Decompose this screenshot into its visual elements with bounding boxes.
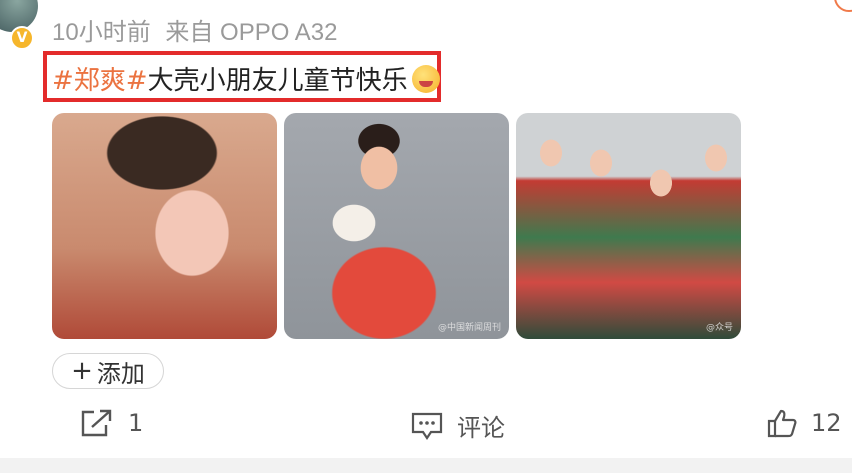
post-photo-2[interactable]: @中国新闻周刊 [284, 113, 509, 339]
share-button[interactable]: 1 [80, 408, 143, 438]
comment-label: 评论 [457, 414, 505, 442]
comment-button[interactable]: 评论 [411, 408, 505, 443]
share-icon [80, 408, 114, 438]
feed-divider [0, 458, 852, 473]
post-photo-3[interactable]: @众号 [516, 113, 741, 339]
hashtag-link[interactable]: #郑爽# [52, 60, 148, 97]
post-time: 10小时前 [52, 19, 151, 46]
like-button[interactable]: 12 [767, 408, 842, 438]
comment-icon [411, 411, 443, 441]
happy-face-emoji-icon [411, 64, 440, 93]
photo-watermark: @中国新闻周刊 [437, 323, 501, 333]
add-button-label: 添加 [96, 359, 145, 388]
post-body-text: 大壳小朋友儿童节快乐 [147, 66, 408, 96]
share-count: 1 [128, 409, 144, 437]
photo-watermark: @众号 [705, 323, 733, 333]
follow-circle-icon[interactable] [834, 0, 852, 12]
verified-badge-icon: V [10, 26, 34, 50]
post-meta: 10小时前 来自 OPPO A32 [52, 12, 345, 47]
post-photo-1[interactable] [52, 113, 277, 339]
post-text: #郑爽# 大壳小朋友儿童节快乐 [52, 60, 440, 97]
post-source: 来自 OPPO A32 [165, 19, 338, 46]
add-button[interactable]: + 添加 [52, 353, 164, 389]
thumbs-up-icon [767, 408, 797, 438]
like-count: 12 [811, 409, 842, 437]
plus-icon: + [71, 356, 93, 386]
